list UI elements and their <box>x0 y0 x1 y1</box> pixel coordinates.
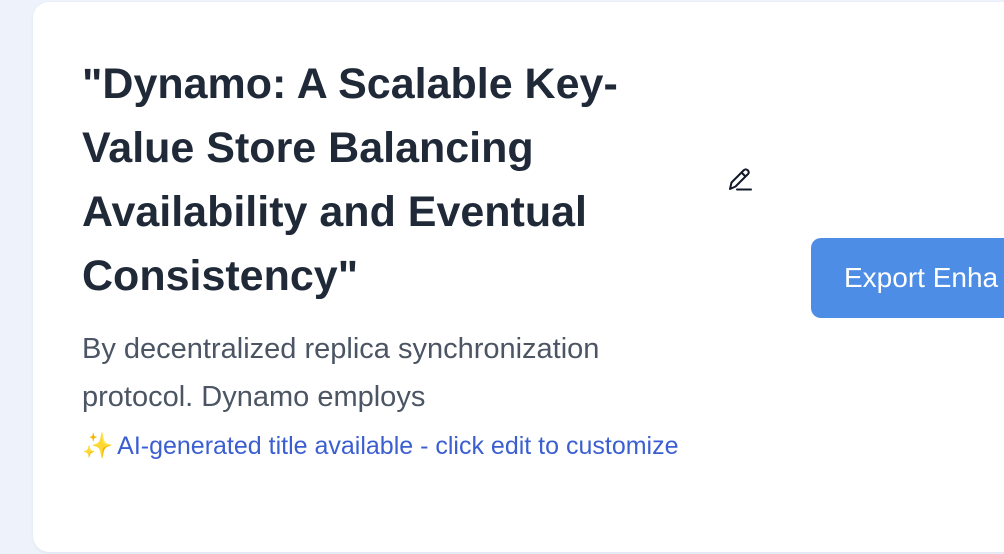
paper-title: "Dynamo: A Scalable Key-Value Store Bala… <box>82 60 618 300</box>
ai-title-note-text: AI-generated title available - click edi… <box>117 432 679 460</box>
pencil-icon <box>729 168 752 191</box>
export-button[interactable]: Export Enha <box>811 238 1004 318</box>
sparkles-icon: ✨ <box>82 432 114 460</box>
ai-title-note: ✨ AI-generated title available - click ed… <box>82 426 682 466</box>
paper-subtitle: By decentralized replica synchronization… <box>82 333 600 413</box>
edit-title-button[interactable] <box>722 162 756 196</box>
